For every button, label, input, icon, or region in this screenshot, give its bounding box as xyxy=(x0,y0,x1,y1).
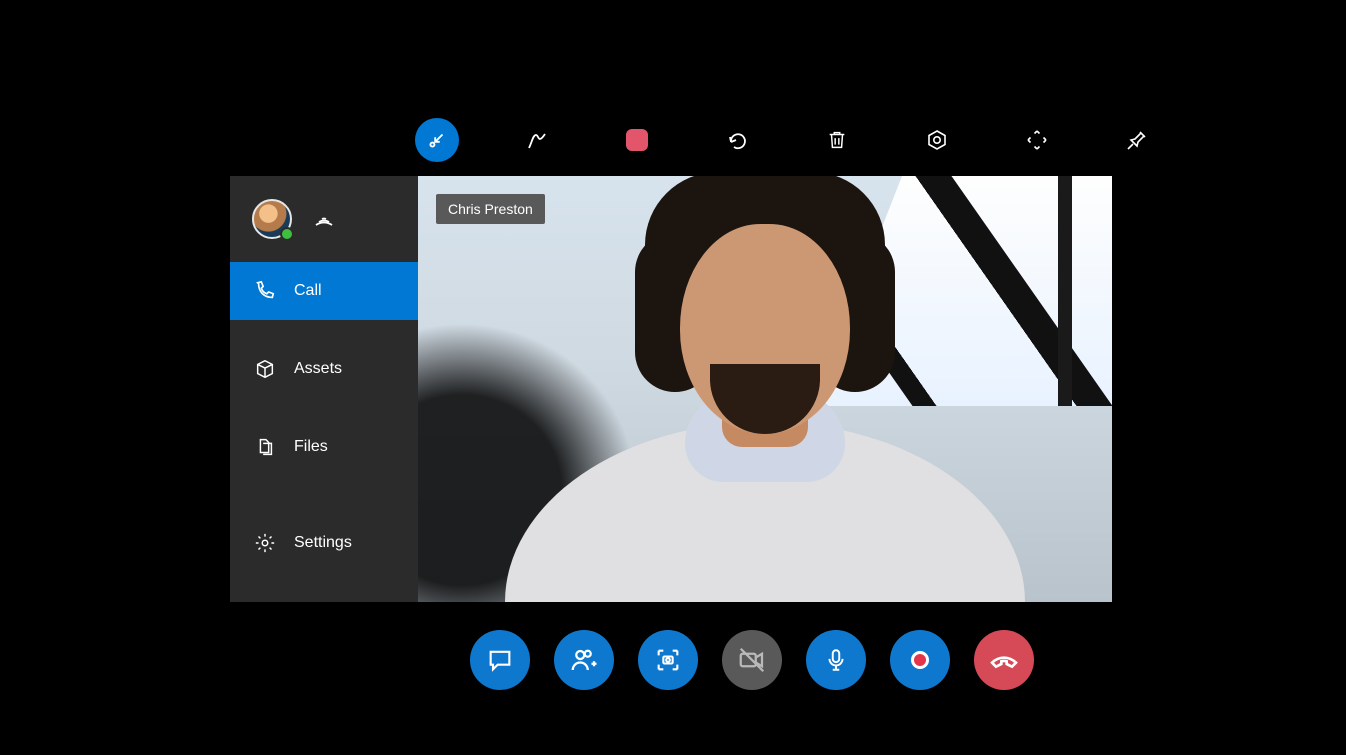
end-call-button[interactable] xyxy=(974,630,1034,690)
sidebar-item-label: Call xyxy=(294,282,322,300)
tool-undo[interactable] xyxy=(715,118,759,162)
pin-icon xyxy=(1125,128,1149,152)
microphone-icon xyxy=(823,647,849,673)
sidebar-item-label: Files xyxy=(294,438,328,456)
tool-pin[interactable] xyxy=(1115,118,1159,162)
sidebar-item-label: Settings xyxy=(294,534,352,552)
sidebar: Call Assets xyxy=(230,176,418,602)
add-person-icon xyxy=(569,645,599,675)
sidebar-item-settings[interactable]: Settings xyxy=(230,514,418,572)
add-people-button[interactable] xyxy=(554,630,614,690)
app-window: Call Assets xyxy=(230,176,1112,602)
move-arrows-icon xyxy=(1025,128,1049,152)
tool-red-shape[interactable] xyxy=(615,118,659,162)
trash-icon xyxy=(826,129,848,151)
gear-icon xyxy=(254,532,276,554)
sidebar-item-label: Assets xyxy=(294,360,342,378)
participant-name-chip: Chris Preston xyxy=(436,194,545,224)
call-controls xyxy=(470,630,1034,690)
arrow-collapse-icon xyxy=(426,129,448,151)
user-avatar[interactable] xyxy=(252,199,292,239)
record-button[interactable] xyxy=(890,630,950,690)
video-toggle-button[interactable] xyxy=(722,630,782,690)
mic-toggle-button[interactable] xyxy=(806,630,866,690)
top-toolbar xyxy=(415,118,1159,162)
sidebar-item-call[interactable]: Call xyxy=(230,262,418,320)
undo-icon xyxy=(725,128,749,152)
package-icon xyxy=(254,358,276,380)
tool-ink-pen[interactable] xyxy=(515,118,559,162)
files-icon xyxy=(254,436,276,458)
sidebar-header xyxy=(230,176,418,262)
background-beam xyxy=(1058,176,1072,406)
signal-icon xyxy=(312,207,336,231)
chat-button[interactable] xyxy=(470,630,530,690)
tool-move-arrows[interactable] xyxy=(1015,118,1059,162)
red-square-icon xyxy=(626,129,648,151)
hangup-icon xyxy=(988,644,1020,676)
presence-indicator xyxy=(280,227,294,241)
ink-pen-icon xyxy=(525,128,549,152)
participant-figure xyxy=(505,222,1025,602)
video-feed: Chris Preston xyxy=(418,176,1112,602)
hex-gear-icon xyxy=(925,128,949,152)
video-off-icon xyxy=(737,645,767,675)
sidebar-item-files[interactable]: Files xyxy=(230,418,418,476)
screenshot-button[interactable] xyxy=(638,630,698,690)
record-icon xyxy=(911,651,929,669)
phone-icon xyxy=(254,280,276,302)
tool-trash[interactable] xyxy=(815,118,859,162)
sidebar-item-assets[interactable]: Assets xyxy=(230,340,418,398)
tool-settings-hex[interactable] xyxy=(915,118,959,162)
chat-icon xyxy=(486,646,514,674)
camera-frame-icon xyxy=(654,646,682,674)
participant-name: Chris Preston xyxy=(448,201,533,217)
tool-arrow-collapse[interactable] xyxy=(415,118,459,162)
sidebar-nav: Call Assets xyxy=(230,262,418,572)
